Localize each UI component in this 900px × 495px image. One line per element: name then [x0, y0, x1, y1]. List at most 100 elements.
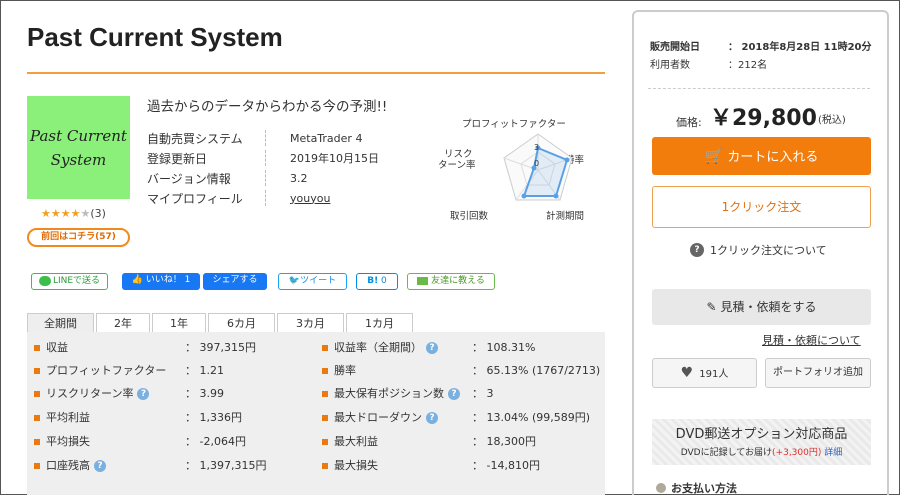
stat-label: プロフィットファクター	[34, 361, 166, 381]
mail-friend-button[interactable]: 友達に教える	[407, 273, 495, 290]
info-value: MetaTrader 4	[290, 131, 363, 145]
help-icon[interactable]: ?	[448, 388, 460, 400]
star-empty-icon: ★	[80, 207, 91, 220]
main-content: Past Current System Past Current System …	[27, 0, 607, 495]
stat-label: 収益	[34, 338, 68, 358]
star-icon: ★	[70, 207, 81, 220]
help-icon[interactable]: ?	[426, 342, 438, 354]
stat-value: ： 18,300円	[472, 435, 536, 448]
help-icon[interactable]: ?	[426, 412, 438, 424]
users-label: 利用者数	[650, 60, 690, 71]
purchase-sidebar: 販売開始日 ： 2018年8月28日 11時20分 利用者数 ：212名 価格: ￥…	[632, 10, 889, 495]
favorite-count: 191人	[699, 369, 729, 380]
thumbs-up-icon: 👍	[131, 275, 143, 285]
info-row-updated: 登録更新日 2019年10月15日	[147, 148, 397, 168]
bullet-square-icon	[34, 345, 40, 351]
bullet-square-icon	[322, 391, 328, 397]
radar-point	[564, 157, 570, 163]
hatena-bookmark-button[interactable]: B! 0	[356, 273, 398, 290]
stat-value: ： 1,336円	[185, 411, 242, 424]
info-value: 3.2	[290, 171, 308, 185]
hatena-count: 0	[381, 276, 387, 286]
stat-label: 平均利益	[34, 408, 90, 428]
stat-label: リスクリターン率?	[34, 384, 150, 404]
like-button[interactable]: 👍 いいね！ 1	[122, 273, 200, 290]
quote-request-button[interactable]: ✎ 見積・依頼をする	[652, 289, 871, 325]
quote-about-link[interactable]: 見積・依頼について	[762, 332, 861, 348]
bullet-square-icon	[322, 368, 328, 374]
stat-value: ： -14,810円	[472, 459, 540, 472]
stat-value: ： 1,397,315円	[185, 459, 267, 472]
add-to-cart-button[interactable]: 🛒 カートに入れる	[652, 137, 871, 175]
tab-2y[interactable]: 2年	[96, 313, 150, 333]
profile-link[interactable]: youyou	[290, 192, 330, 205]
radar-scale-min: 0	[534, 159, 539, 168]
tweet-button[interactable]: 🐦ツイート	[278, 273, 347, 290]
stat-label: 最大利益	[322, 432, 378, 452]
radar-plot: 3 0	[503, 133, 573, 201]
price-label: 価格:	[676, 116, 702, 129]
tab-1m[interactable]: 1カ月	[346, 313, 413, 333]
radar-point	[553, 193, 559, 199]
product-thumbnail[interactable]: Past Current System	[27, 96, 130, 199]
add-portfolio-button[interactable]: ポートフォリオ追加	[765, 358, 871, 388]
rating-stars[interactable]: ★★★★★(3)	[41, 207, 106, 220]
price-value: ￥29,800	[710, 106, 817, 131]
cart-icon: 🛒	[704, 147, 724, 165]
bullet-square-icon	[322, 415, 328, 421]
stat-value: ： 397,315円	[185, 341, 256, 354]
bullet-square-icon	[34, 463, 40, 469]
payment-heading: お支払い方法	[656, 480, 737, 495]
one-click-order-button[interactable]: 1クリック注文	[652, 186, 871, 228]
dvd-detail-link[interactable]: 詳細	[824, 448, 842, 458]
favorite-button[interactable]: ♥ 191人	[652, 358, 757, 388]
tab-6m[interactable]: 6カ月	[208, 313, 275, 333]
stat-value: ： 3.99	[185, 387, 224, 400]
dvd-subtitle: DVDに記録してお届け(+3,300円) 詳細	[680, 448, 843, 458]
bullet-square-icon	[322, 463, 328, 469]
radar-label-period: 計測期間	[546, 211, 585, 222]
tweet-label: ツイート	[300, 276, 337, 286]
info-value: 2019年10月15日	[290, 152, 379, 165]
info-row-profile: マイプロフィール youyou	[147, 188, 397, 208]
sale-start-label: 販売開始日	[650, 42, 700, 53]
stat-value: ： 13.04% (99,589円)	[472, 411, 591, 424]
stat-label: 最大保有ポジション数?	[322, 384, 460, 404]
title-divider	[27, 72, 605, 74]
tab-3m[interactable]: 3カ月	[277, 313, 344, 333]
previous-version-button[interactable]: 前回はコチラ(57)	[27, 228, 130, 247]
one-click-about-link[interactable]: ? 1クリック注文について	[690, 242, 827, 258]
stat-label: 最大ドローダウン?	[322, 408, 438, 428]
info-row-system: 自動売買システム MetaTrader 4	[147, 128, 397, 148]
line-share-button[interactable]: LINEで送る	[31, 273, 108, 290]
stat-value: ： 108.31%	[472, 341, 536, 354]
dvd-option-box: DVD郵送オプション対応商品 DVDに記録してお届け(+3,300円) 詳細	[652, 419, 871, 465]
star-icon: ★	[50, 207, 61, 220]
radar-label-risk-return-2: ターン率	[438, 160, 476, 171]
bullet-square-icon	[34, 439, 40, 445]
help-icon[interactable]: ?	[137, 388, 150, 400]
one-click-about-label: 1クリック注文について	[710, 244, 827, 257]
info-row-version: バージョン情報 3.2	[147, 168, 397, 188]
review-count: (3)	[90, 207, 106, 220]
thumbnail-line-1: Past Current	[30, 126, 127, 145]
sale-start-value: ： 2018年8月28日 11時20分	[728, 42, 872, 53]
stat-label: 収益率（全期間）?	[322, 338, 438, 358]
stat-label: 勝率	[322, 361, 356, 381]
sale-start-row: 販売開始日 ： 2018年8月28日 11時20分	[650, 38, 872, 53]
stat-label: 平均損失	[34, 432, 90, 452]
radar-label-trades: 取引回数	[450, 211, 489, 222]
share-button[interactable]: シェアする	[203, 273, 267, 290]
radar-point	[521, 193, 527, 199]
stat-label: 最大損失	[322, 456, 378, 476]
tab-1y[interactable]: 1年	[152, 313, 206, 333]
info-key: 登録更新日	[147, 151, 208, 166]
tab-all[interactable]: 全期間	[27, 313, 94, 333]
heart-icon: ♥	[680, 365, 694, 381]
users-row: 利用者数 ：212名	[650, 56, 767, 71]
bullet-dot-icon	[656, 483, 666, 493]
cart-button-label: カートに入れる	[727, 150, 819, 165]
help-icon[interactable]: ?	[94, 460, 106, 472]
stat-value: ： 1.21	[185, 364, 224, 377]
dvd-title: DVD郵送オプション対応商品	[675, 427, 848, 442]
